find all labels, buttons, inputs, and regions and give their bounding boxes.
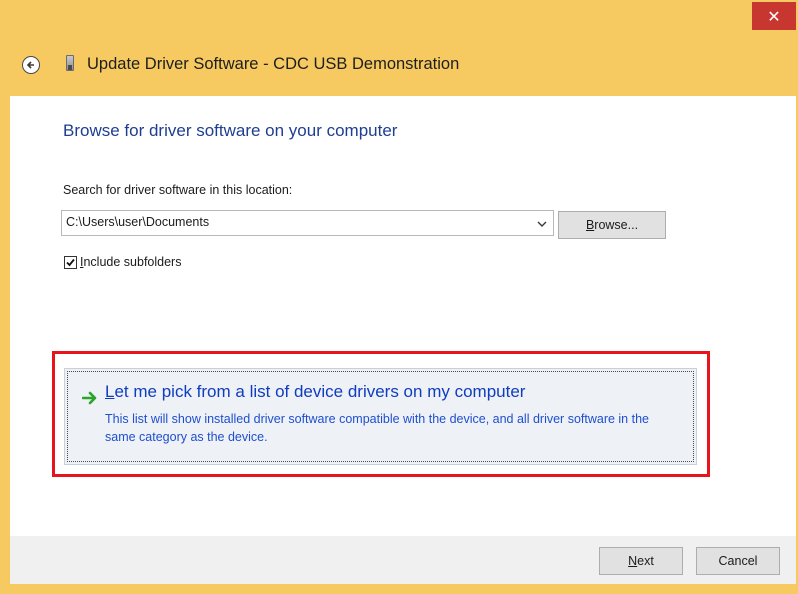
path-input[interactable]: C:\Users\user\Documents (66, 215, 209, 229)
include-subfolders-label[interactable]: Include subfolders (80, 255, 181, 269)
wizard-footer: Next Cancel (10, 536, 796, 584)
pick-from-list-link[interactable]: Let me pick from a list of device driver… (64, 368, 697, 465)
cancel-button-label: Cancel (718, 554, 758, 568)
chevron-down-icon[interactable] (537, 219, 547, 229)
path-combobox[interactable]: C:\Users\user\Documents (61, 210, 554, 236)
close-icon: ✕ (767, 6, 781, 26)
back-button[interactable] (22, 56, 40, 74)
next-button-label: Next (628, 554, 654, 568)
checkmark-icon (66, 258, 75, 267)
wizard-header: Update Driver Software - CDC USB Demonst… (0, 36, 798, 96)
next-button[interactable]: Next (599, 547, 683, 575)
wizard-title: Update Driver Software - CDC USB Demonst… (87, 55, 460, 73)
search-location-label: Search for driver software in this locat… (63, 183, 293, 197)
back-arrow-icon (26, 61, 34, 69)
browse-button[interactable]: Browse... (558, 211, 666, 239)
pick-from-list-title[interactable]: Let me pick from a list of device driver… (105, 382, 525, 402)
wizard-content: Browse for driver software on your compu… (10, 96, 796, 536)
page-title: Browse for driver software on your compu… (63, 121, 398, 140)
include-subfolders-checkbox[interactable] (64, 256, 77, 269)
pick-from-list-description: This list will show installed driver sof… (105, 412, 649, 444)
green-arrow-icon (82, 391, 97, 405)
title-bar: ✕ (0, 0, 798, 36)
cancel-button[interactable]: Cancel (696, 547, 780, 575)
usb-device-icon (66, 55, 74, 71)
close-button[interactable]: ✕ (752, 2, 796, 30)
update-driver-window: ✕ Update Driver Software - CDC USB Demon… (0, 0, 798, 594)
browse-button-label: Browse... (585, 218, 639, 232)
